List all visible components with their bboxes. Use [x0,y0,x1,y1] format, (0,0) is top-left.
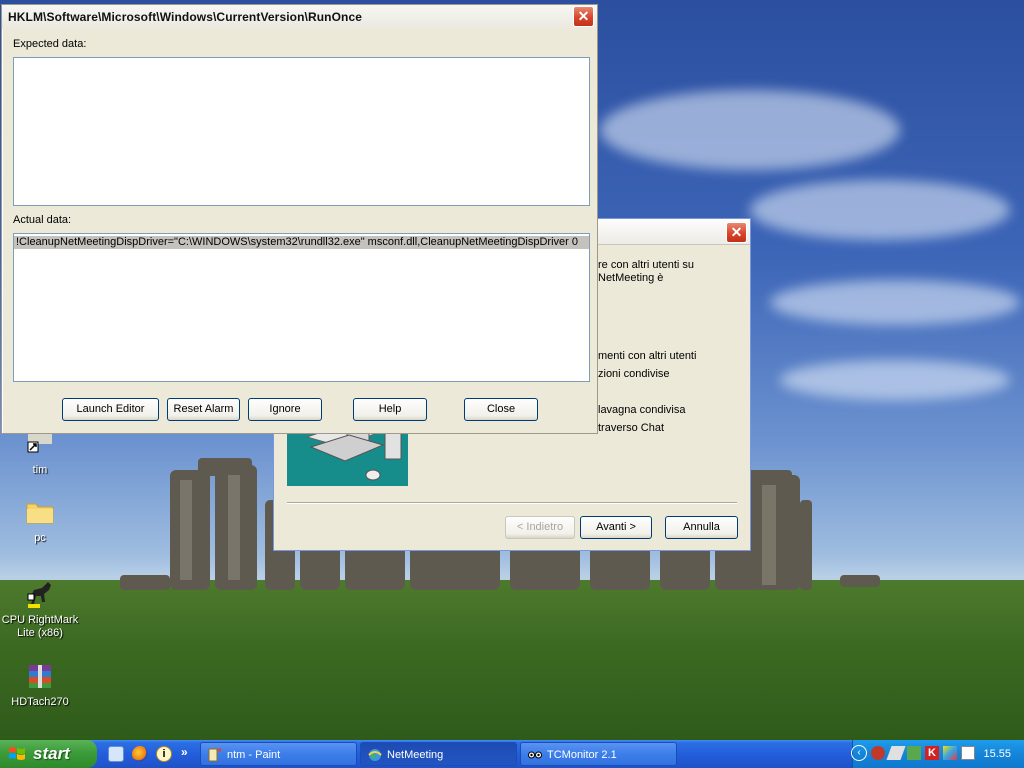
tray-k-icon[interactable]: K [925,746,939,760]
tray-collapse-icon[interactable]: ‹ [851,745,867,761]
folder-icon [26,503,54,524]
netmeeting-icon [368,749,382,761]
wizard-text-line: menti con altri utenti [598,350,697,362]
cancel-button[interactable]: Annulla [665,516,738,539]
taskbar-clock[interactable]: 15.55 [983,740,1011,768]
taskbar: start i » ntm - Paint NetMeeting TCMonit… [0,740,1024,768]
wizard-separator [287,502,737,504]
task-label: TCMonitor 2.1 [547,749,617,761]
wizard-text-line: re con altri utenti su [598,259,694,271]
actual-data-textbox[interactable]: !CleanupNetMeetingDispDriver="C:\WINDOWS… [13,233,590,382]
start-label: start [33,744,70,763]
wizard-text-line: zioni condivise [598,368,670,380]
launch-editor-button[interactable]: Launch Editor [62,398,159,421]
desktop-icon-label: tim [32,464,48,476]
ie-icon[interactable] [108,746,124,762]
list-item[interactable]: !CleanupNetMeetingDispDriver="C:\WINDOWS… [14,236,589,249]
start-button[interactable]: start [0,740,97,768]
wizard-text-line: traverso Chat [598,422,665,434]
dialog-titlebar[interactable]: HKLM\Software\Microsoft\Windows\CurrentV… [2,5,597,29]
reset-alarm-button[interactable]: Reset Alarm [167,398,240,421]
registry-alarm-dialog[interactable]: HKLM\Software\Microsoft\Windows\CurrentV… [1,4,598,434]
desktop-icon-label: pc [34,532,46,544]
tray-tool-icon[interactable] [886,746,906,760]
desktop-icon-cpu-rightmark[interactable]: CPU RightMark Lite (x86) [0,578,80,640]
actual-data-label: Actual data: [13,214,72,226]
tray-color-icon[interactable] [943,746,957,760]
ignore-button[interactable]: Ignore [248,398,322,421]
desktop-icon-label: CPU RightMark Lite (x86) [1,614,79,639]
archive-icon [29,665,51,688]
desktop-icon-tim[interactable]: tim [0,428,80,477]
task-label: ntm - Paint [227,749,281,761]
system-tray: ‹ K 15.55 [851,740,1024,768]
expected-data-label: Expected data: [13,38,87,50]
task-paint[interactable]: ntm - Paint [200,742,357,766]
tray-monitor-icon[interactable] [961,746,975,760]
tray-tcmonitor-icon[interactable] [871,746,885,760]
firefox-icon[interactable] [132,746,148,762]
dialog-title: HKLM\Software\Microsoft\Windows\CurrentV… [8,10,362,24]
back-button[interactable]: < Indietro [505,516,575,539]
glasses-icon [528,751,542,759]
task-netmeeting[interactable]: NetMeeting [360,742,517,766]
next-button[interactable]: Avanti > [580,516,652,539]
expected-data-textbox[interactable] [13,57,590,206]
windows-flag-icon [9,747,25,760]
wizard-text-line: NetMeeting è [598,272,664,284]
task-tcmonitor[interactable]: TCMonitor 2.1 [520,742,677,766]
dialog-close-icon[interactable]: ✕ [573,6,594,27]
tray-green-icon[interactable] [907,746,921,760]
help-button[interactable]: Help [353,398,427,421]
desktop-icon-label: HDTach270 [11,696,69,708]
wizard-close-icon[interactable]: ✕ [726,222,747,243]
close-button[interactable]: Close [464,398,538,421]
quick-launch-overflow[interactable]: » [181,745,188,759]
info-icon[interactable]: i [156,746,172,762]
paint-icon [208,748,221,762]
desktop-icon-pc[interactable]: pc [0,496,80,545]
task-label: NetMeeting [387,749,444,761]
horse-icon [27,582,51,608]
desktop-icon-hdtach[interactable]: HDTach270 [0,660,80,709]
wizard-text-line: lavagna condivisa [598,404,686,416]
